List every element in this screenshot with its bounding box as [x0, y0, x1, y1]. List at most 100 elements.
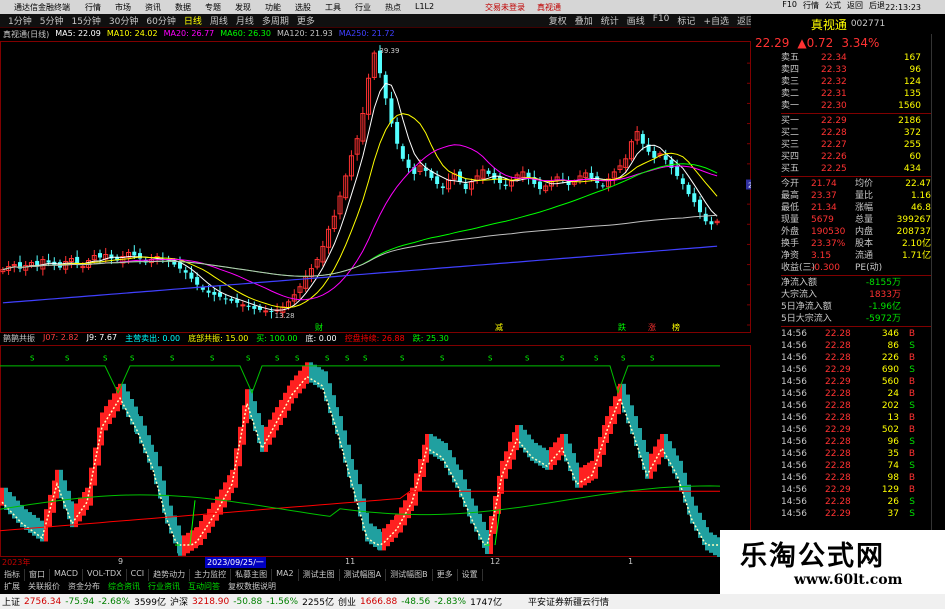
info-tab[interactable]: 综合资讯: [104, 581, 144, 592]
sell-marker: S: [621, 355, 626, 363]
indicator-tab[interactable]: 主力监控: [190, 569, 232, 581]
indicator-legend-item: 控盘持续: 26.88: [344, 334, 405, 343]
menu-item[interactable]: 专题: [198, 2, 228, 13]
candlestick-chart[interactable]: 38.0036.0034.0032.0030.0028.0026.0024.00…: [0, 41, 751, 333]
period-tab[interactable]: 30分钟: [105, 14, 142, 27]
flow-value: -8155万: [865, 278, 901, 288]
menu-item[interactable]: 数据: [168, 2, 198, 13]
oscillator-bar: [553, 442, 557, 466]
status-item: 创业: [338, 598, 357, 608]
stat-label: 收益(三): [781, 263, 816, 273]
oscillator-bar: [448, 450, 452, 476]
orderbook-label: 买五: [781, 164, 800, 174]
menu-item[interactable]: 选股: [288, 2, 318, 13]
indicator-tab[interactable]: 私募主图: [231, 569, 273, 581]
chart-tool-button[interactable]: 复权: [545, 14, 571, 27]
period-tab[interactable]: 日线: [180, 14, 206, 27]
indicator-tab[interactable]: MACD: [50, 569, 83, 581]
indicator-tab[interactable]: 指标: [0, 569, 25, 581]
vertical-toolbar[interactable]: [931, 34, 945, 530]
indicator-legend-item: J9: 7.67: [86, 333, 118, 342]
tick-time: 14:56: [781, 377, 807, 387]
indicator-tab[interactable]: 测试主图: [299, 569, 340, 581]
top-right-menu-item[interactable]: 公式: [825, 0, 841, 11]
tick-volume: 502: [881, 425, 899, 435]
orderbook-volume: 1560: [898, 101, 921, 111]
menu-item[interactable]: 功能: [258, 2, 288, 13]
chart-tool-button[interactable]: F10: [649, 14, 674, 27]
info-tab[interactable]: 复权数据说明: [224, 581, 280, 592]
indicator-tab[interactable]: VOL-TDX: [83, 569, 127, 581]
indicator-tab[interactable]: 设置: [458, 569, 483, 581]
indicator-tab[interactable]: 测试幅图B: [386, 569, 433, 581]
indicator-tab[interactable]: MA2: [272, 569, 299, 581]
oscillator-bar: [260, 425, 264, 452]
flow-value: 1833万: [869, 290, 901, 300]
tick-row: 14:56 22.28 74 S: [781, 460, 931, 472]
menu-item[interactable]: 工具: [318, 2, 348, 13]
oscillator-bar: [207, 508, 211, 533]
watermark-url: www.60lt.com: [794, 572, 903, 588]
top-right-menu-item[interactable]: 行情: [803, 0, 819, 11]
indicator-tab[interactable]: CCI: [127, 569, 150, 581]
indicator-tab[interactable]: 窗口: [25, 569, 50, 581]
chart-tool-button[interactable]: 统计: [597, 14, 623, 27]
chart-tool-button[interactable]: +自选: [699, 14, 733, 27]
tick-price: 22.28: [825, 473, 851, 483]
orderbook-label: 买一: [781, 116, 800, 126]
period-tab[interactable]: 15分钟: [67, 14, 104, 27]
menu-item[interactable]: 行情: [78, 2, 108, 13]
chart-tool-button[interactable]: 标记: [673, 14, 699, 27]
trade-login-link[interactable]: 交易未登录: [485, 2, 525, 13]
menu-item[interactable]: 市场: [108, 2, 138, 13]
top-right-menu-item[interactable]: 后退: [869, 0, 885, 11]
date-axis-label: 11: [345, 557, 356, 566]
period-tab[interactable]: 月线: [232, 14, 258, 27]
sell-marker: S: [525, 355, 530, 363]
orderbook-label: 卖一: [781, 101, 800, 111]
menu-item[interactable]: 行业: [348, 2, 378, 13]
candle-body: [440, 186, 445, 189]
stat-value: 5679: [811, 215, 834, 225]
tick-direction: B: [908, 377, 915, 387]
menu-item[interactable]: 发现: [228, 2, 258, 13]
top-right-menu-item[interactable]: 返回: [847, 0, 863, 11]
period-tab[interactable]: 更多: [293, 14, 319, 27]
oscillator-bar: [350, 459, 354, 488]
menu-item[interactable]: 资讯: [138, 2, 168, 13]
info-tab[interactable]: 扩展: [0, 581, 24, 592]
tick-row: 14:56 22.28 202 S: [781, 400, 931, 412]
info-tab[interactable]: 关联报价: [24, 581, 64, 592]
tick-price: 22.29: [825, 485, 851, 495]
stat-row: 最低 21.34 涨幅 46.8: [781, 202, 931, 214]
indicator-chart[interactable]: 100.0080.0060.0040.0020.000.00SSSSSSSSSS…: [0, 345, 751, 557]
period-tab[interactable]: 60分钟: [142, 14, 179, 27]
candle-body: [263, 310, 269, 313]
tick-time: 14:56: [781, 353, 807, 363]
orderbook-row: 卖五 22.34 167: [781, 52, 931, 64]
period-tab[interactable]: 多周期: [258, 14, 293, 27]
indicator-tab[interactable]: 更多: [433, 569, 458, 581]
info-tab[interactable]: 资金分布: [64, 581, 104, 592]
candle-body: [252, 306, 257, 309]
indicator-tab[interactable]: 趋势动力: [149, 569, 191, 581]
top-right-menu-item[interactable]: F10: [782, 0, 797, 11]
candle-body: [269, 310, 274, 312]
period-tab[interactable]: 5分钟: [36, 14, 68, 27]
chart-tool-button[interactable]: 画线: [623, 14, 649, 27]
menu-item[interactable]: L1L2: [408, 2, 441, 13]
status-item: 沪深: [170, 598, 189, 608]
orderbook-price: 22.34: [821, 53, 847, 63]
tick-volume: 13: [887, 413, 899, 423]
info-tab[interactable]: 行业资讯: [144, 581, 184, 592]
flow-label: 大宗流入: [781, 290, 818, 300]
period-tab[interactable]: 1分钟: [4, 14, 36, 27]
info-tab[interactable]: 互动问答: [184, 581, 224, 592]
chart-tool-button[interactable]: 叠加: [571, 14, 597, 27]
sell-marker: S: [130, 355, 135, 363]
stock-link[interactable]: 真视通: [537, 2, 561, 13]
period-tab[interactable]: 周线: [206, 14, 232, 27]
indicator-tab[interactable]: 测试幅图A: [340, 569, 387, 581]
menu-item[interactable]: 热点: [378, 2, 408, 13]
stat-value: 22.47: [905, 179, 931, 189]
